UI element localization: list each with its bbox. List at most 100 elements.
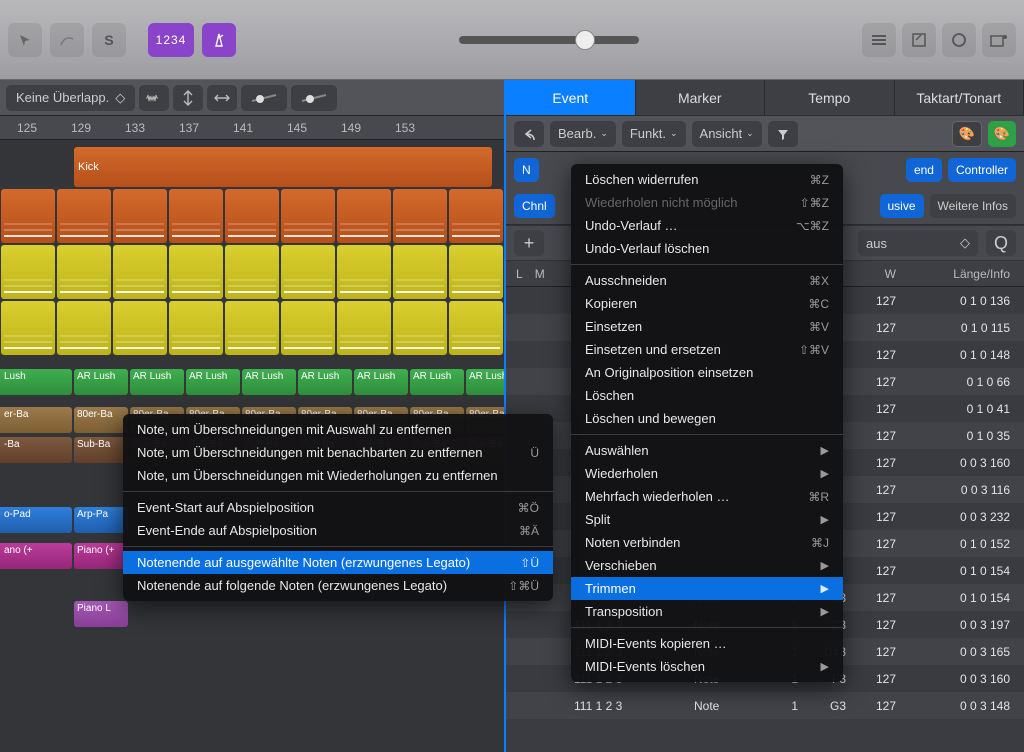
- menu-item[interactable]: Löschen widerrufen⌘Z: [571, 168, 843, 191]
- menu-item[interactable]: Kopieren⌘C: [571, 292, 843, 315]
- list-view-icon[interactable]: [862, 23, 896, 57]
- timeline-mark: 141: [216, 121, 270, 135]
- drum-lane-1[interactable]: [0, 188, 504, 244]
- filter-notes[interactable]: N: [514, 158, 539, 182]
- clip[interactable]: AR Lush: [466, 369, 504, 395]
- trim-submenu[interactable]: Note, um Überschneidungen mit Auswahl zu…: [123, 414, 553, 601]
- tab-event[interactable]: Event: [506, 80, 636, 116]
- tool-pointer[interactable]: [8, 23, 42, 57]
- filter-chnl[interactable]: Chnl: [514, 194, 555, 218]
- palette-icon[interactable]: 🎨: [952, 121, 982, 147]
- menu-item[interactable]: Einsetzen⌘V: [571, 315, 843, 338]
- menu-item[interactable]: Löschen: [571, 384, 843, 407]
- menu-item[interactable]: An Originalposition einsetzen: [571, 361, 843, 384]
- submenu-item[interactable]: Note, um Überschneidungen mit benachbart…: [123, 441, 553, 464]
- arrange-toolbar: Keine Überlapp.◇: [0, 80, 504, 116]
- menu-item[interactable]: Undo-Verlauf löschen: [571, 237, 843, 260]
- filter-end[interactable]: end: [906, 158, 942, 182]
- menu-item[interactable]: Undo-Verlauf …⌥⌘Z: [571, 214, 843, 237]
- quantize-button[interactable]: Q: [986, 230, 1016, 256]
- drum-lane-2[interactable]: [0, 244, 504, 300]
- filter-controller[interactable]: Controller: [948, 158, 1016, 182]
- stretch-horiz-icon[interactable]: [207, 85, 237, 111]
- back-arrow-icon[interactable]: [514, 121, 544, 147]
- menu-item[interactable]: Transposition▶: [571, 600, 843, 623]
- submenu-item[interactable]: Note, um Überschneidungen mit Auswahl zu…: [123, 418, 553, 441]
- funkt-dropdown[interactable]: Funkt. ⌄: [622, 121, 686, 147]
- clip[interactable]: AR Lush: [130, 369, 184, 395]
- add-button[interactable]: +: [514, 230, 544, 256]
- track-header[interactable]: Lush: [0, 369, 72, 395]
- zoom-vert-slider[interactable]: [241, 85, 287, 111]
- submenu-item[interactable]: Notenende auf ausgewählte Noten (erzwung…: [123, 551, 553, 574]
- timeline-ruler[interactable]: 125 129 133 137 141 145 149 153: [0, 116, 504, 140]
- media-icon[interactable]: [982, 23, 1016, 57]
- menu-item[interactable]: Mehrfach wiederholen …⌘R: [571, 485, 843, 508]
- menu-item[interactable]: Ausschneiden⌘X: [571, 269, 843, 292]
- ansicht-dropdown[interactable]: Ansicht ⌄: [692, 121, 762, 147]
- track-header[interactable]: -Ba: [0, 437, 72, 463]
- filter-icon[interactable]: [768, 121, 798, 147]
- tool-fork[interactable]: [50, 23, 84, 57]
- filter-more-info[interactable]: Weitere Infos: [930, 194, 1016, 218]
- drum-lane-3[interactable]: [0, 300, 504, 356]
- table-row[interactable]: 111 1 2 3Note1G31270 0 3 148: [506, 692, 1024, 719]
- menu-item[interactable]: Wiederholen▶: [571, 462, 843, 485]
- clip[interactable]: Sub-Ba: [74, 437, 128, 463]
- clip[interactable]: 80er-Ba: [74, 407, 128, 433]
- overlap-label: Keine Überlapp.: [16, 90, 109, 105]
- edit-context-menu[interactable]: Löschen widerrufen⌘ZWiederholen nicht mö…: [571, 164, 843, 682]
- clip[interactable]: AR Lush: [186, 369, 240, 395]
- clip[interactable]: AR Lush: [354, 369, 408, 395]
- menu-item[interactable]: Noten verbinden⌘J: [571, 531, 843, 554]
- clip[interactable]: Arp-Pa: [74, 507, 128, 533]
- filter-exclusive[interactable]: usive: [880, 194, 924, 218]
- overlap-dropdown[interactable]: Keine Überlapp.◇: [6, 85, 135, 111]
- zoom-slider[interactable]: [459, 36, 639, 44]
- metronome-button[interactable]: [202, 23, 236, 57]
- track-header[interactable]: ano (+: [0, 543, 72, 569]
- menu-item[interactable]: Verschieben▶: [571, 554, 843, 577]
- kick-region[interactable]: Kick: [74, 147, 492, 187]
- menu-item[interactable]: Auswählen▶: [571, 439, 843, 462]
- timeline-mark: 137: [162, 121, 216, 135]
- bearb-dropdown[interactable]: Bearb. ⌄: [550, 121, 616, 147]
- submenu-item[interactable]: Event-Ende auf Abspielposition⌘Ä: [123, 519, 553, 542]
- aus-dropdown[interactable]: aus◇: [858, 230, 978, 256]
- solo-button[interactable]: S: [92, 23, 126, 57]
- menu-item[interactable]: Trimmen▶: [571, 577, 843, 600]
- track-header[interactable]: o-Pad: [0, 507, 72, 533]
- beat-display[interactable]: 1234: [148, 23, 194, 57]
- note-edit-icon[interactable]: [902, 23, 936, 57]
- menu-item[interactable]: Löschen und bewegen: [571, 407, 843, 430]
- palette-active-icon[interactable]: 🎨: [988, 121, 1016, 147]
- menu-item[interactable]: Split▶: [571, 508, 843, 531]
- waveform-icon[interactable]: [139, 85, 169, 111]
- timeline-mark: 149: [324, 121, 378, 135]
- submenu-item[interactable]: Note, um Überschneidungen mit Wiederholu…: [123, 464, 553, 487]
- tab-marker[interactable]: Marker: [636, 80, 766, 116]
- stretch-vert-icon[interactable]: [173, 85, 203, 111]
- submenu-item[interactable]: Notenende auf folgende Noten (erzwungene…: [123, 574, 553, 597]
- clip[interactable]: AR Lush: [242, 369, 296, 395]
- zoom-horiz-slider[interactable]: [291, 85, 337, 111]
- clip[interactable]: Piano (+: [74, 543, 128, 569]
- pianoL-row[interactable]: Piano L: [0, 600, 504, 628]
- menu-item[interactable]: MIDI-Events löschen▶: [571, 655, 843, 678]
- lush-row[interactable]: Lush AR Lush AR Lush AR Lush AR Lush AR …: [0, 368, 504, 396]
- tab-tempo[interactable]: Tempo: [765, 80, 895, 116]
- menu-item[interactable]: Einsetzen und ersetzen⇧⌘V: [571, 338, 843, 361]
- clip[interactable]: Piano L: [74, 601, 128, 627]
- clip[interactable]: AR Lush: [74, 369, 128, 395]
- top-toolbar: S 1234: [0, 0, 1024, 80]
- track-header[interactable]: er-Ba: [0, 407, 72, 433]
- event-toolbar: Bearb. ⌄ Funkt. ⌄ Ansicht ⌄ 🎨 🎨: [506, 116, 1024, 152]
- dd-label: Ansicht: [700, 126, 743, 141]
- clip[interactable]: AR Lush: [298, 369, 352, 395]
- submenu-item[interactable]: Event-Start auf Abspielposition⌘Ö: [123, 496, 553, 519]
- loop-icon[interactable]: [942, 23, 976, 57]
- menu-item[interactable]: MIDI-Events kopieren …: [571, 632, 843, 655]
- tab-signature[interactable]: Taktart/Tonart: [895, 80, 1024, 116]
- col-m: M: [535, 267, 545, 281]
- clip[interactable]: AR Lush: [410, 369, 464, 395]
